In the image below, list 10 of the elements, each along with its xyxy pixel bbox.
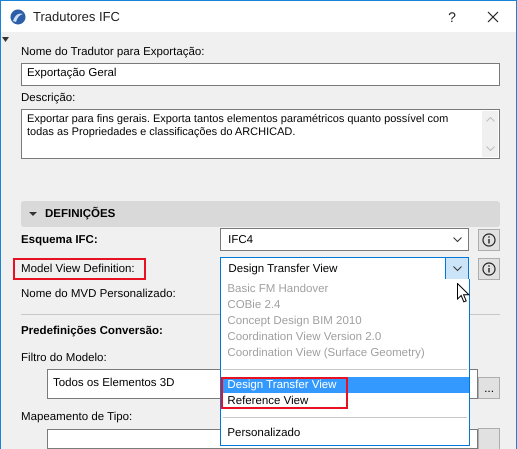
- section-title: DEFINIÇÕES: [45, 208, 116, 220]
- window-title: Tradutores IFC: [33, 9, 121, 24]
- field-label: Filtro do Modelo:: [21, 352, 107, 364]
- field-label: Descrição:: [21, 92, 76, 104]
- highlight-box: Model View Definition:: [13, 258, 146, 280]
- field-label: Nome do Tradutor para Exportação:: [21, 46, 204, 58]
- field-label: Esquema IFC:: [21, 234, 99, 246]
- field-label: Mapeamento de Tipo:: [21, 411, 132, 423]
- section-label: Predefinições Conversão:: [21, 325, 164, 337]
- field-label: Nome do MVD Personalizado:: [21, 288, 177, 300]
